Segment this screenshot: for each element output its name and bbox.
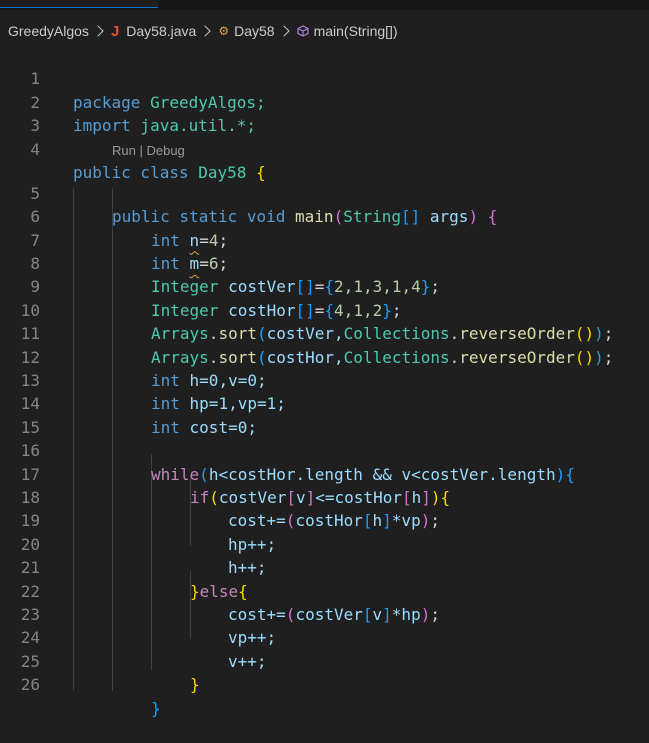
code-line: 3 [0, 91, 649, 135]
tab-strip [0, 0, 649, 10]
codelens-run[interactable]: Run [112, 143, 136, 158]
breadcrumb-class-label: Day58 [234, 23, 275, 39]
code-line: 14 int cost=0; [0, 369, 649, 436]
tab-active-partial[interactable] [0, 0, 158, 8]
chevron-right-icon [277, 25, 290, 37]
code-line: 24 v++; [0, 603, 649, 670]
code-line: 8 Integer costVer[]={2,1,3,1,4}; [0, 229, 649, 296]
breadcrumb-method[interactable]: main(String[]) [296, 23, 398, 39]
chevron-right-icon [92, 25, 104, 37]
code-line: 2 import java.util.*; [0, 67, 649, 135]
code-line: 18 cost+=(costHor[h]*vp); [0, 463, 649, 530]
breadcrumb-file-label: Day58.java [126, 23, 197, 39]
breadcrumb-class[interactable]: ⚙ Day58 [218, 23, 274, 39]
code-editor[interactable]: 1 package GreedyAlgos; 2 import java.uti… [0, 44, 649, 717]
code-line: 27 [0, 673, 649, 691]
code-line: 4 public class Day58 { [0, 114, 649, 182]
breadcrumb-folder-label: GreedyAlgos [8, 23, 89, 39]
breadcrumb-folder[interactable]: GreedyAlgos [8, 23, 89, 39]
code-line: 21 }else{ [0, 533, 649, 600]
code-line: 25 } [0, 626, 649, 694]
breadcrumb-method-label: main(String[]) [313, 23, 398, 39]
code-line: 26 } [0, 650, 649, 717]
code-line: 19 hp++; [0, 486, 649, 553]
code-line: 7 int m=6; [0, 205, 649, 273]
codelens-separator: | [135, 143, 147, 158]
chevron-right-icon [199, 25, 211, 37]
codelens: Run | Debug [112, 142, 185, 160]
code-line: 13 int hp=1,vp=1; [0, 346, 649, 413]
bracket: } [151, 698, 161, 718]
codelens-debug[interactable]: Debug [146, 143, 184, 158]
code-line: 15 [0, 392, 649, 437]
method-symbol-icon [296, 25, 309, 37]
code-line: 1 package GreedyAlgos; [0, 44, 649, 111]
code-line: 5 public static void main(String[] args)… [0, 158, 649, 226]
code-line: 23 vp++; [0, 580, 649, 647]
breadcrumb: GreedyAlgos J Day58.java ⚙ Day58 main(St… [0, 18, 649, 44]
code-line: 12 int h=0,v=0; [0, 322, 649, 390]
code-line: 17 if(costVer[v]<=costHor[h]){ [0, 439, 649, 507]
code-line: 20 h++; [0, 509, 649, 577]
code-line: 10 Arrays.sort(costVer,Collections.rever… [0, 275, 649, 343]
code-line: 6 int n=4; [0, 182, 649, 249]
code-line: 22 cost+=(costVer[v]*hp); [0, 556, 649, 624]
class-symbol-icon: ⚙ [218, 24, 230, 38]
code-line: 9 Integer costHor[]={4,1,2}; [0, 252, 649, 319]
code-line: 16 while(h<costHor.length && v<costVer.l… [0, 416, 649, 483]
breadcrumb-file[interactable]: J Day58.java [111, 23, 196, 40]
code-line: 11 Arrays.sort(costHor,Collections.rever… [0, 299, 649, 366]
java-file-icon: J [110, 22, 120, 40]
